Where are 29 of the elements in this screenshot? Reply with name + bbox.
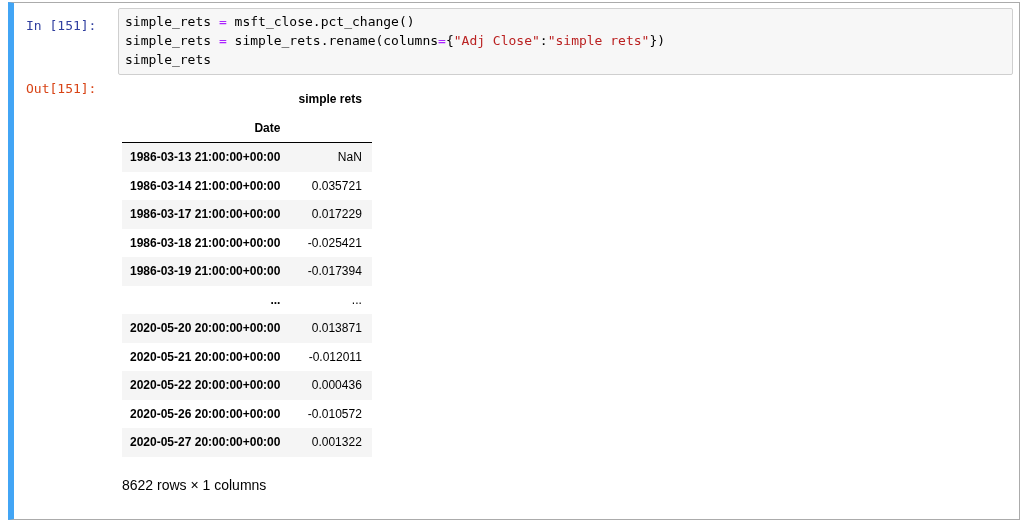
index-header: Date bbox=[122, 113, 291, 143]
index-cell: 1986-03-19 21:00:00+00:00 bbox=[122, 257, 291, 286]
table-cell: 0.013871 bbox=[290, 314, 372, 343]
table-cell: 0.035721 bbox=[290, 171, 372, 200]
code-editor[interactable]: simple_rets = msft_close.pct_change() simple_rets = simple_rets.rename(columns={"Adj Close":"simple rets"}) simple_rets bbox=[118, 8, 1013, 75]
table-cell: ... bbox=[290, 285, 372, 314]
index-cell: 2020-05-27 20:00:00+00:00 bbox=[122, 428, 291, 457]
index-cell: 1986-03-18 21:00:00+00:00 bbox=[122, 228, 291, 257]
column-header: simple rets bbox=[297, 91, 363, 109]
index-cell: ... bbox=[122, 285, 291, 314]
index-cell: 1986-03-13 21:00:00+00:00 bbox=[122, 142, 291, 172]
notebook-cell[interactable] bbox=[8, 2, 1020, 520]
table-cell: -0.017394 bbox=[290, 257, 372, 286]
table-cell: -0.012011 bbox=[290, 342, 372, 371]
table-cell: 0.001322 bbox=[290, 428, 372, 457]
input-prompt: In [151]: bbox=[26, 17, 98, 35]
index-cell: 2020-05-20 20:00:00+00:00 bbox=[122, 314, 291, 343]
output-prompt: Out[151]: bbox=[26, 80, 98, 98]
index-cell: 2020-05-22 20:00:00+00:00 bbox=[122, 371, 291, 400]
table-cell: 0.017229 bbox=[290, 200, 372, 229]
index-cell: 1986-03-17 21:00:00+00:00 bbox=[122, 200, 291, 229]
table-cell: -0.025421 bbox=[290, 228, 372, 257]
table-cell: 0.000436 bbox=[290, 371, 372, 400]
table-cell: -0.010572 bbox=[290, 399, 372, 428]
index-cell: 2020-05-21 20:00:00+00:00 bbox=[122, 342, 291, 371]
index-cell: 2020-05-26 20:00:00+00:00 bbox=[122, 399, 291, 428]
table-cell: NaN bbox=[290, 142, 372, 172]
index-cell: 1986-03-14 21:00:00+00:00 bbox=[122, 171, 291, 200]
shape-note: 8622 rows × 1 columns bbox=[122, 476, 268, 493]
